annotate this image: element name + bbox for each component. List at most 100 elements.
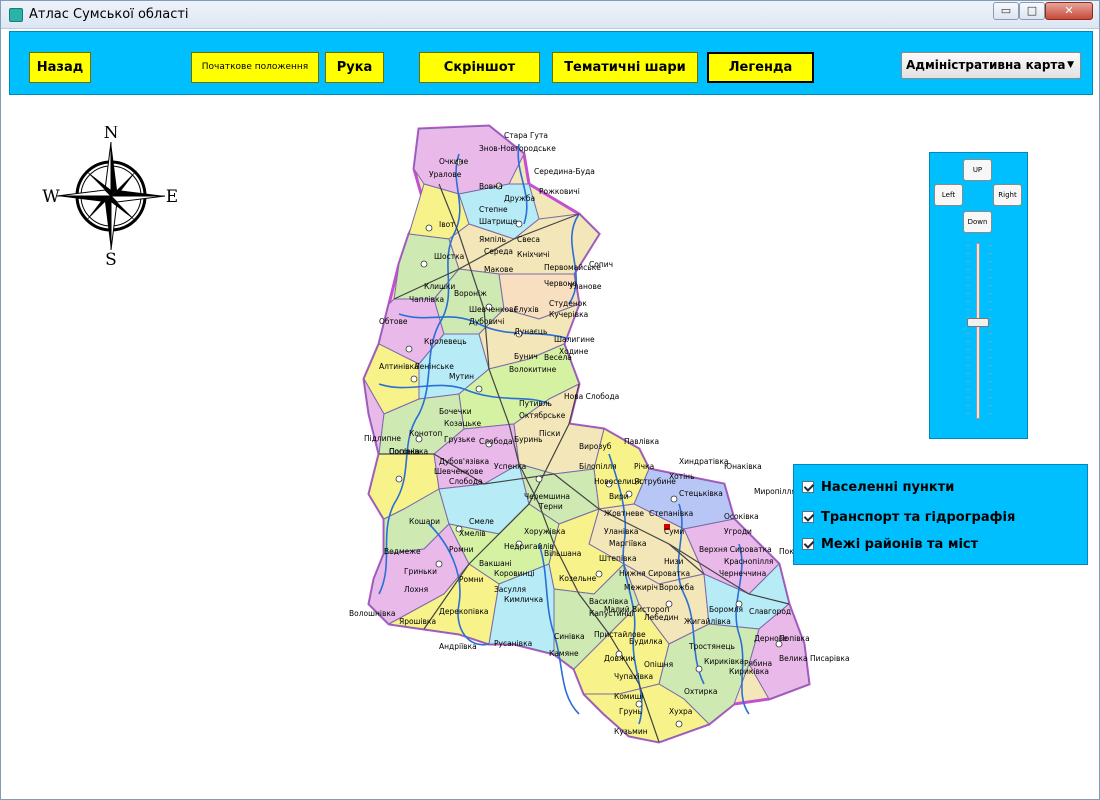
close-button[interactable]: ✕	[1045, 2, 1093, 20]
city-label: Клишки	[424, 282, 455, 291]
city-label: Вільшана	[544, 549, 581, 558]
zoom-slider-track[interactable]	[976, 243, 980, 419]
zoom-slider-thumb[interactable]	[967, 318, 989, 328]
zoom-tick	[988, 333, 992, 334]
pan-right-button[interactable]: Right	[993, 184, 1022, 206]
city-label: Суми	[664, 527, 684, 536]
zoom-tick	[966, 341, 970, 342]
city-label: Угроди	[724, 527, 752, 536]
city-label: Ворожба	[659, 583, 694, 592]
toolbar: Назад Початкове положення Рука Скріншот …	[9, 31, 1093, 95]
city-label: Ромни	[459, 575, 484, 584]
zoom-tick	[988, 373, 992, 374]
zoom-tick	[966, 309, 970, 310]
pan-up-button[interactable]: UP	[963, 159, 992, 181]
city-label: Уланівка	[604, 527, 639, 536]
city-label: Білопілля	[579, 462, 617, 471]
zoom-tick	[966, 261, 970, 262]
city-label: Дунаєць	[514, 327, 547, 336]
city-label: Синівка	[554, 632, 585, 641]
compass-rose-icon: N S W E	[42, 126, 178, 266]
zoom-tick	[988, 357, 992, 358]
city-label: Черемшина	[524, 492, 570, 501]
zoom-tick	[966, 381, 970, 382]
thematic-layers-button[interactable]: Тематичні шари	[552, 52, 698, 83]
compass-west-label: W	[42, 187, 60, 207]
city-label: Шевченкове	[434, 467, 484, 476]
compass-south-label: S	[105, 250, 117, 266]
zoom-tick	[988, 405, 992, 406]
minimize-button[interactable]: ▭	[993, 2, 1019, 20]
zoom-tick	[988, 277, 992, 278]
city-label: Грузьке	[444, 435, 476, 444]
pan-down-button[interactable]: Down	[963, 211, 992, 233]
city-label: Штепівка	[599, 554, 637, 563]
layer-transport[interactable]: Транспорт та гідрографія	[802, 508, 1015, 526]
city-label: Очкине	[439, 157, 469, 166]
zoom-tick	[988, 293, 992, 294]
city-label: Кириківка	[704, 657, 744, 666]
city-label: Грунь	[619, 707, 642, 716]
city-label: Павлівка	[624, 437, 659, 446]
city-label: Хоружівка	[524, 527, 565, 536]
city-label: Охтирка	[684, 687, 717, 696]
app-icon	[9, 8, 23, 22]
layer-settlements-label: Населенні пункти	[821, 479, 955, 495]
initial-position-button[interactable]: Початкове положення	[191, 52, 319, 83]
city-label: Обтове	[379, 317, 408, 326]
city-label: Юнаківка	[724, 462, 762, 471]
legend-button[interactable]: Легенда	[707, 52, 814, 83]
checkbox-settlements[interactable]	[802, 481, 814, 493]
zoom-tick	[966, 245, 970, 246]
pan-left-button[interactable]: Left	[934, 184, 963, 206]
city-label: Смеле	[469, 517, 494, 526]
city-label: Нижня Сироватка	[619, 569, 690, 578]
checkbox-transport[interactable]	[802, 511, 814, 523]
hand-tool-button[interactable]: Рука	[325, 52, 384, 83]
city-label: Ромни	[449, 545, 474, 554]
city-label: Слобода	[449, 477, 483, 486]
city-label: Бочечки	[439, 407, 472, 416]
zoom-tick	[988, 389, 992, 390]
checkbox-boundaries[interactable]	[802, 538, 814, 550]
city-label: Кошари	[409, 517, 440, 526]
city-label: Ямпіль	[479, 235, 506, 244]
zoom-tick	[966, 413, 970, 414]
sumy-region-map[interactable]: Стара Гута Знов-Новгородське Очкине Уралове…	[339, 124, 869, 749]
layer-boundaries[interactable]: Межі районів та міст	[802, 535, 978, 553]
city-label: Козацьке	[444, 419, 482, 428]
city-label: Ленінське	[414, 362, 454, 371]
city-label: Вороніж	[454, 289, 487, 298]
map-canvas[interactable]: N S W E Стара Гута Знов-Новгородське Очк…	[9, 96, 1093, 794]
zoom-tick	[966, 269, 970, 270]
city-label: Хухра	[669, 707, 692, 716]
city-label: Кніхчичі	[517, 250, 550, 259]
maximize-button[interactable]: □	[1019, 2, 1045, 20]
zoom-tick	[988, 413, 992, 414]
city-label: Боромля	[709, 605, 743, 614]
city-label: Миропілля	[754, 487, 796, 496]
zoom-tick	[988, 365, 992, 366]
zoom-tick	[988, 269, 992, 270]
city-label: Чаплівка	[409, 295, 444, 304]
city-label: Велика Писарівка	[779, 654, 850, 663]
city-label: Середа	[484, 247, 513, 256]
city-label: Ярошівка	[399, 617, 436, 626]
city-label: Дерекопівка	[439, 607, 489, 616]
city-label: Підлипне	[364, 434, 401, 443]
screenshot-button[interactable]: Скріншот	[419, 52, 540, 83]
window-title: Атлас Сумської області	[29, 7, 189, 22]
zoom-tick	[966, 253, 970, 254]
city-label: Алтинівка	[379, 362, 419, 371]
city-label: Нова Слобода	[564, 392, 619, 401]
map-type-select[interactable]: Адміністративна карта ▼	[901, 52, 1081, 79]
city-label: Жовтневе	[604, 509, 644, 518]
city-label: Лебедин	[644, 613, 679, 622]
layer-settlements[interactable]: Населенні пункти	[802, 478, 954, 496]
zoom-tick	[966, 301, 970, 302]
back-button[interactable]: Назад	[29, 52, 91, 83]
city-label: Коровинці	[494, 569, 535, 578]
city-label: Слобода	[479, 437, 513, 446]
city-label: Козельне	[559, 574, 597, 583]
city-label: Довжик	[604, 654, 635, 663]
